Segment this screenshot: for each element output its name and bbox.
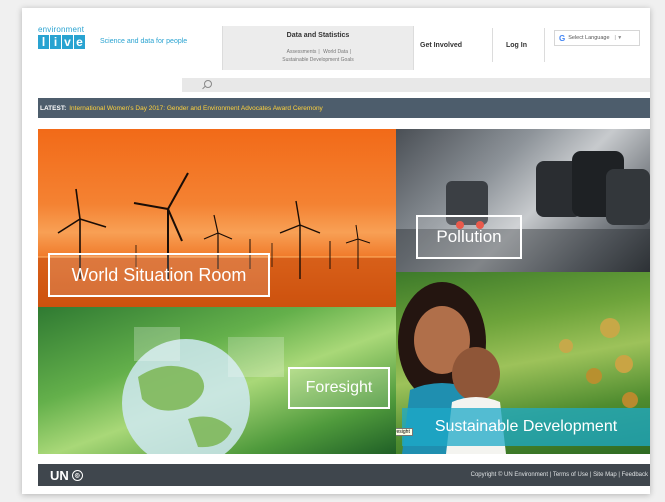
un-emblem-icon: ◎ bbox=[71, 469, 83, 481]
latest-news-bar: LATEST: International Women's Day 2017: … bbox=[38, 98, 650, 118]
tile-world-situation-room[interactable]: World Situation Room bbox=[38, 129, 396, 307]
nav-get-involved[interactable]: Get Involved bbox=[420, 42, 462, 49]
tooltip: Foresight bbox=[396, 428, 413, 436]
logo-letter: i bbox=[50, 35, 61, 49]
search-bar[interactable] bbox=[182, 78, 650, 92]
tile-label-sustainable-development[interactable]: Sustainable Development bbox=[402, 408, 650, 446]
nav-log-in[interactable]: Log In bbox=[506, 42, 527, 49]
environment-live-logo[interactable]: environment l i v e bbox=[38, 26, 85, 49]
tile-pollution[interactable]: Pollution bbox=[396, 129, 650, 272]
logo-letter: l bbox=[38, 35, 49, 49]
nav-divider bbox=[544, 28, 545, 62]
footer: UN ◎ Copyright © UN Environment | Terms … bbox=[38, 464, 650, 486]
nav-link-sdgs[interactable]: Sustainable Development Goals bbox=[282, 57, 353, 63]
nav-data-title[interactable]: Data and Statistics bbox=[223, 32, 413, 39]
nav-data-sublinks: Assessments | World Data | Sustainable Dev… bbox=[282, 49, 354, 63]
tile-label-foresight[interactable]: Foresight bbox=[288, 367, 390, 409]
page: environment l i v e Science and data for… bbox=[22, 8, 650, 494]
latest-news-link[interactable]: International Women's Day 2017: Gender a… bbox=[69, 105, 323, 112]
tile-sustainable-development[interactable]: Sustainable Development Foresight bbox=[396, 272, 650, 454]
un-logo-text: UN bbox=[50, 467, 69, 483]
language-selector[interactable]: G Select Language | ▼ bbox=[554, 30, 640, 46]
chevron-down-icon: | ▼ bbox=[614, 35, 623, 41]
nav-divider bbox=[492, 28, 493, 62]
tile-label-pollution[interactable]: Pollution bbox=[416, 215, 522, 259]
language-label: Select Language bbox=[568, 35, 610, 41]
logo-wordmark: environment bbox=[38, 25, 85, 34]
google-icon: G bbox=[559, 33, 566, 43]
tagline: Science and data for people bbox=[100, 38, 188, 45]
tile-foresight[interactable]: Foresight bbox=[38, 307, 396, 454]
logo-live-letters: l i v e bbox=[38, 35, 85, 49]
nav-link-assessments[interactable]: Assessments bbox=[287, 49, 317, 55]
nav-data-and-statistics[interactable]: Data and Statistics Assessments | World D… bbox=[222, 26, 414, 70]
tile-label-world-situation-room[interactable]: World Situation Room bbox=[48, 253, 270, 297]
latest-label: LATEST: bbox=[40, 104, 67, 112]
nav-link-world-data[interactable]: World Data bbox=[323, 49, 348, 55]
un-logo[interactable]: UN ◎ bbox=[50, 468, 83, 483]
search-icon[interactable] bbox=[204, 80, 212, 88]
logo-letter: e bbox=[74, 35, 85, 49]
logo-letter: v bbox=[62, 35, 73, 49]
footer-links[interactable]: Copyright © UN Environment | Terms of Us… bbox=[471, 472, 648, 478]
